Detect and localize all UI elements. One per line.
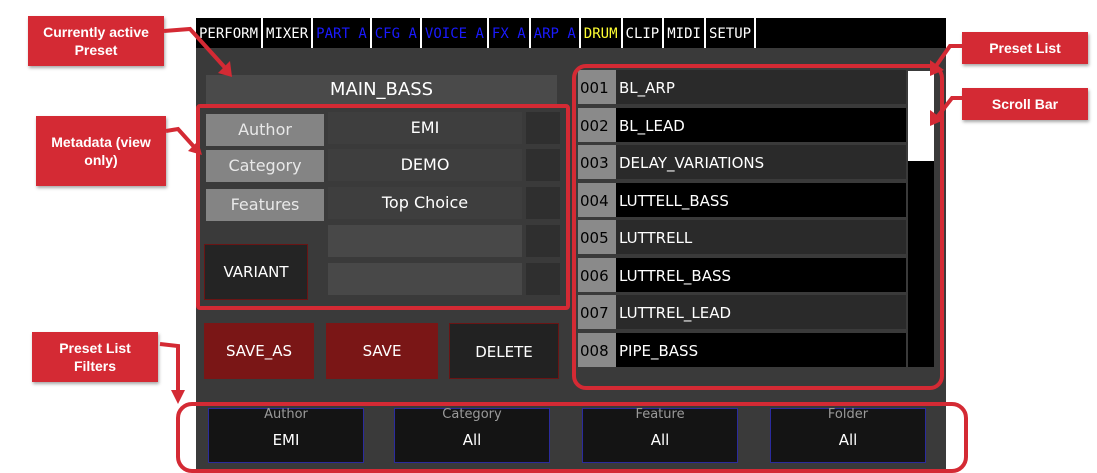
- delete-button[interactable]: DELETE: [449, 323, 559, 379]
- tab-drum[interactable]: DRUM: [581, 18, 623, 48]
- callout-metadata: Metadata (view only): [36, 116, 166, 186]
- callout-active-preset: Currently active Preset: [28, 16, 164, 66]
- preset-list-highlight: [572, 64, 944, 390]
- tab-part-a[interactable]: PART A: [313, 18, 372, 48]
- tab-voice-a[interactable]: VOICE A: [422, 18, 489, 48]
- callout-preset-list: Preset List: [962, 32, 1088, 64]
- callout-preset-list-filters: Preset List Filters: [32, 332, 158, 382]
- callout-scroll-bar: Scroll Bar: [962, 88, 1088, 120]
- tab-midi[interactable]: MIDI: [664, 18, 706, 48]
- metadata-highlight: [196, 104, 570, 310]
- arrow-scroll-bar-icon: [930, 96, 962, 126]
- tab-arp-a[interactable]: ARP A: [531, 18, 581, 48]
- arrow-filters-icon: [159, 342, 185, 404]
- arrow-preset-list-icon: [930, 44, 962, 76]
- active-preset-name: MAIN_BASS: [206, 75, 557, 105]
- tab-cfg-a[interactable]: CFG A: [372, 18, 422, 48]
- tab-mixer[interactable]: MIXER: [263, 18, 314, 48]
- save-button[interactable]: SAVE: [326, 323, 438, 379]
- save-as-button[interactable]: SAVE_AS: [204, 323, 314, 379]
- tab-setup[interactable]: SETUP: [706, 18, 757, 48]
- arrow-active-preset-icon: [163, 26, 232, 77]
- filters-highlight: [176, 402, 968, 473]
- tab-bar: PERFORM MIXER PART A CFG A VOICE A FX A ARP AD…: [196, 18, 946, 48]
- arrow-metadata-icon: [165, 126, 202, 155]
- tab-fx-a[interactable]: FX A: [489, 18, 531, 48]
- tab-clip[interactable]: CLIP: [623, 18, 665, 48]
